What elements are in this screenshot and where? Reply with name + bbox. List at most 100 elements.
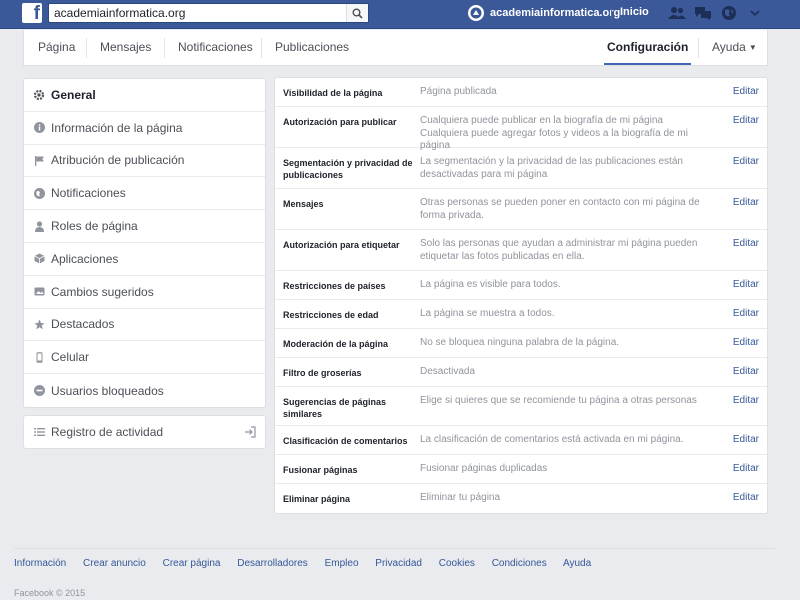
sidebar-item-aplicaciones[interactable]: Aplicaciones bbox=[24, 243, 265, 276]
edit-link[interactable]: Editar bbox=[733, 337, 759, 348]
footer-link-condiciones[interactable]: Condiciones bbox=[492, 558, 547, 569]
setting-value: Desactivada bbox=[420, 366, 476, 377]
setting-value: Fusionar páginas duplicadas bbox=[420, 463, 548, 474]
help-menu[interactable]: Ayuda ▼ bbox=[712, 30, 757, 65]
setting-value: La clasificación de comentarios está act… bbox=[420, 434, 684, 445]
activity-log-link[interactable]: Registro de actividad bbox=[23, 415, 266, 449]
edit-link[interactable]: Editar bbox=[733, 238, 759, 249]
help-label: Ayuda bbox=[712, 40, 746, 54]
search-input[interactable] bbox=[49, 4, 345, 22]
setting-value: Página publicada bbox=[420, 86, 497, 97]
list-icon bbox=[33, 426, 45, 438]
edit-link[interactable]: Editar bbox=[733, 86, 759, 97]
settings-row: Autorización para etiquetar Solo las per… bbox=[275, 230, 767, 271]
settings-row: Visibilidad de la página Página publicad… bbox=[275, 78, 767, 107]
edit-link[interactable]: Editar bbox=[733, 463, 759, 474]
tab-publicaciones[interactable]: Publicaciones bbox=[275, 30, 349, 65]
footer-link-ayuda[interactable]: Ayuda bbox=[563, 558, 591, 569]
setting-value: La segmentación y la privacidad de las p… bbox=[420, 156, 683, 180]
sidebar-item-atribucion[interactable]: Atribución de publicación bbox=[24, 145, 265, 178]
globe-icon[interactable] bbox=[719, 4, 739, 22]
setting-value: Eliminar tu página bbox=[420, 492, 501, 503]
setting-value: No se bloquea ninguna palabra de la pági… bbox=[420, 337, 620, 348]
sidebar-item-label: General bbox=[51, 87, 96, 102]
setting-label: Segmentación y privacidad de publicacion… bbox=[283, 158, 413, 180]
tab-configuracion[interactable]: Configuración bbox=[604, 30, 692, 65]
sidebar-item-cambios[interactable]: Cambios sugeridos bbox=[24, 276, 265, 309]
setting-label: Mensajes bbox=[283, 199, 324, 209]
sidebar-item-label: Destacados bbox=[51, 317, 115, 332]
edit-link[interactable]: Editar bbox=[733, 308, 759, 319]
sidebar-item-label: Celular bbox=[51, 350, 90, 365]
settings-row: Autorización para publicar Cualquiera pu… bbox=[275, 107, 767, 151]
footer-link-crear-anuncio[interactable]: Crear anuncio bbox=[83, 558, 146, 569]
page-nav: Página Mensajes Notificaciones Publicaci… bbox=[23, 30, 768, 66]
settings-row: Restricciones de edad La página se muest… bbox=[275, 300, 767, 329]
setting-label: Autorización para etiquetar bbox=[283, 240, 400, 250]
setting-label: Visibilidad de la página bbox=[283, 88, 383, 98]
sidebar-item-notificaciones[interactable]: Notificaciones bbox=[24, 177, 265, 211]
edit-link[interactable]: Editar bbox=[733, 279, 759, 290]
footer-link-cookies[interactable]: Cookies bbox=[439, 558, 475, 569]
footer-link-privacidad[interactable]: Privacidad bbox=[375, 558, 422, 569]
tab-notificaciones[interactable]: Notificaciones bbox=[178, 30, 253, 65]
footer-link-empleo[interactable]: Empleo bbox=[325, 558, 359, 569]
setting-label: Restricciones de edad bbox=[283, 310, 379, 320]
search-button[interactable] bbox=[346, 4, 368, 22]
globe-icon bbox=[33, 187, 45, 199]
settings-row: Sugerencias de páginas similares Elige s… bbox=[275, 387, 767, 426]
tab-pagina[interactable]: Página bbox=[38, 30, 75, 65]
sidebar-item-celular[interactable]: Celular bbox=[24, 341, 265, 375]
sidebar-item-label: Notificaciones bbox=[51, 186, 126, 201]
edit-link[interactable]: Editar bbox=[733, 434, 759, 445]
star-icon bbox=[33, 318, 45, 330]
settings-row: Segmentación y privacidad de publicacion… bbox=[275, 148, 767, 189]
sidebar-item-roles[interactable]: Roles de página bbox=[24, 210, 265, 243]
settings-caret-icon[interactable] bbox=[745, 4, 765, 22]
cube-icon bbox=[33, 253, 45, 265]
settings-row: Filtro de groserías Desactivada Editar bbox=[275, 358, 767, 387]
settings-row: Mensajes Otras personas se pueden poner … bbox=[275, 189, 767, 230]
setting-label: Autorización para publicar bbox=[283, 117, 397, 127]
info-icon bbox=[33, 122, 45, 134]
home-link[interactable]: Inicio bbox=[620, 6, 649, 18]
footer-link-informacion[interactable]: Información bbox=[14, 558, 66, 569]
setting-label: Moderación de la página bbox=[283, 339, 389, 349]
sidebar-item-label: Usuarios bloqueados bbox=[51, 383, 164, 398]
friends-icon[interactable] bbox=[667, 4, 687, 22]
nav-divider bbox=[698, 38, 699, 58]
footer-divider bbox=[14, 548, 775, 549]
search-box bbox=[48, 3, 369, 23]
footer-link-desarrolladores[interactable]: Desarrolladores bbox=[237, 558, 308, 569]
facebook-logo[interactable]: f bbox=[22, 3, 42, 23]
sidebar-item-label: Cambios sugeridos bbox=[51, 284, 154, 299]
chevron-down-icon: ▼ bbox=[748, 43, 757, 53]
flag-icon bbox=[33, 154, 45, 166]
sidebar-item-bloqueados[interactable]: Usuarios bloqueados bbox=[24, 374, 265, 407]
image-icon bbox=[33, 286, 45, 298]
page-profile-link[interactable]: academiainformatica.org bbox=[468, 4, 620, 22]
sidebar-item-label: Información de la página bbox=[51, 120, 183, 135]
sidebar-item-label: Aplicaciones bbox=[51, 251, 119, 266]
settings-row: Restricciones de países La página es vis… bbox=[275, 271, 767, 300]
sidebar-item-label: Roles de página bbox=[51, 219, 138, 234]
setting-label: Sugerencias de páginas similares bbox=[283, 397, 387, 419]
mobile-icon bbox=[33, 351, 45, 363]
edit-link[interactable]: Editar bbox=[733, 395, 759, 406]
setting-value: Cualquiera puede publicar en la biografí… bbox=[420, 115, 688, 151]
edit-link[interactable]: Editar bbox=[733, 115, 759, 126]
page-name: academiainformatica.org bbox=[490, 7, 621, 19]
edit-link[interactable]: Editar bbox=[733, 366, 759, 377]
messages-icon[interactable] bbox=[693, 4, 713, 22]
edit-link[interactable]: Editar bbox=[733, 492, 759, 503]
setting-label: Filtro de groserías bbox=[283, 368, 362, 378]
sidebar-item-informacion[interactable]: Información de la página bbox=[24, 112, 265, 145]
edit-link[interactable]: Editar bbox=[733, 156, 759, 167]
tab-mensajes[interactable]: Mensajes bbox=[100, 30, 151, 65]
copyright: Facebook © 2015 bbox=[14, 588, 86, 598]
edit-link[interactable]: Editar bbox=[733, 197, 759, 208]
blocked-icon bbox=[33, 385, 45, 397]
sidebar-item-destacados[interactable]: Destacados bbox=[24, 309, 265, 342]
sidebar-item-general[interactable]: General bbox=[24, 79, 265, 112]
footer-link-crear-pagina[interactable]: Crear página bbox=[163, 558, 221, 569]
